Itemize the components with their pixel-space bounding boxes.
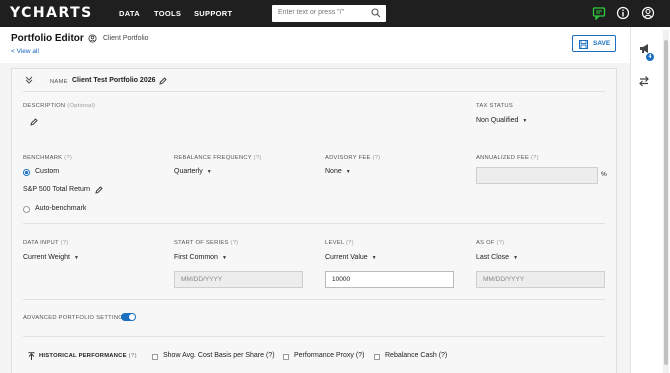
as-of-label: AS OF (?): [476, 240, 505, 246]
avg-cost-basis-label: Show Avg. Cost Basis per Share (?): [163, 352, 275, 359]
swap-arrows-icon[interactable]: [638, 75, 650, 87]
user-avatar-icon[interactable]: [641, 6, 655, 20]
search-icon[interactable]: [371, 8, 381, 18]
divider: [23, 299, 605, 300]
nav-link-data[interactable]: DATA: [119, 9, 140, 18]
divider: [23, 91, 605, 92]
start-of-series-dropdown[interactable]: First Common ▼: [174, 254, 227, 261]
benchmark-label: BENCHMARK (?): [23, 155, 73, 161]
portfolio-name: Client Test Portfolio 2026: [72, 77, 156, 84]
expand-up-arrow-icon[interactable]: [28, 352, 35, 361]
content-area: NAME Client Test Portfolio 2026 DESCRIPT…: [0, 63, 630, 373]
advisory-fee-dropdown[interactable]: None ▼: [325, 168, 351, 175]
divider: [23, 336, 605, 337]
top-nav-bar: YCHARTS DATA TOOLS SUPPORT Enter text or…: [0, 0, 670, 27]
chat-icon[interactable]: [592, 6, 606, 20]
portfolio-settings-card: NAME Client Test Portfolio 2026 DESCRIPT…: [11, 68, 617, 373]
notification-count-badge: 4: [646, 53, 654, 61]
name-label: NAME: [50, 79, 68, 85]
collapse-chevron-icon[interactable]: [25, 76, 33, 84]
benchmark-value: S&P 500 Total Return: [23, 186, 91, 193]
auto-benchmark-label: Auto-benchmark: [35, 205, 87, 212]
advanced-settings-toggle[interactable]: [121, 313, 136, 321]
view-all-link[interactable]: < View all: [11, 48, 39, 55]
tax-status-dropdown[interactable]: Non Qualified ▼: [476, 117, 527, 124]
page-title: Portfolio Editor: [11, 33, 84, 44]
edit-description-pencil-icon[interactable]: [30, 118, 38, 126]
annualized-fee-unit: %: [601, 171, 607, 178]
nav-link-tools[interactable]: TOOLS: [154, 9, 181, 18]
level-value-input[interactable]: 10000: [325, 271, 454, 288]
save-button[interactable]: SAVE: [572, 35, 616, 52]
level-label: LEVEL (?): [325, 240, 354, 246]
search-placeholder: Enter text or press "/": [278, 9, 345, 16]
divider: [23, 223, 605, 224]
auto-benchmark-radio[interactable]: [23, 206, 30, 213]
avg-cost-basis-checkbox[interactable]: [152, 354, 158, 360]
save-icon: [579, 40, 588, 49]
rebalance-cash-label: Rebalance Cash (?): [385, 352, 448, 359]
advisory-fee-label: ADVISORY FEE (?): [325, 155, 381, 161]
as-of-date-input[interactable]: MM/DD/YYYY: [476, 271, 605, 288]
chevron-down-icon: ▼: [371, 255, 377, 261]
edit-name-pencil-icon[interactable]: [159, 77, 167, 85]
advanced-settings-label: ADVANCED PORTFOLIO SETTINGS: [23, 315, 128, 321]
annualized-fee-input[interactable]: [476, 167, 598, 184]
client-portfolio-icon: [88, 34, 97, 43]
edit-benchmark-pencil-icon[interactable]: [95, 186, 103, 194]
start-date-input[interactable]: MM/DD/YYYY: [174, 271, 303, 288]
rebalance-frequency-dropdown[interactable]: Quarterly ▼: [174, 168, 212, 175]
tax-status-label: TAX STATUS: [476, 103, 513, 109]
as-of-dropdown[interactable]: Last Close ▼: [476, 254, 518, 261]
description-label: DESCRIPTION (Optional): [23, 103, 96, 109]
ycharts-logo[interactable]: YCHARTS: [10, 5, 93, 21]
annualized-fee-label: ANNUALIZED FEE (?): [476, 155, 539, 161]
rebalance-cash-checkbox[interactable]: [374, 354, 380, 360]
save-button-label: SAVE: [593, 40, 611, 47]
chevron-down-icon: ▼: [221, 255, 227, 261]
chevron-down-icon: ▼: [345, 169, 351, 175]
chevron-down-icon: ▼: [206, 169, 212, 175]
chevron-down-icon: ▼: [73, 255, 79, 261]
chevron-down-icon: ▼: [522, 118, 528, 124]
performance-proxy-label: Performance Proxy (?): [294, 352, 365, 359]
historical-performance-label[interactable]: HISTORICAL PERFORMANCE (?): [39, 353, 137, 359]
data-input-dropdown[interactable]: Current Weight ▼: [23, 254, 79, 261]
page-header: Portfolio Editor Client Portfolio < View…: [0, 27, 630, 63]
client-portfolio-label: Client Portfolio: [103, 35, 149, 42]
start-of-series-label: START OF SERIES (?): [174, 240, 239, 246]
performance-proxy-checkbox[interactable]: [283, 354, 289, 360]
benchmark-custom-label: Custom: [35, 168, 60, 175]
benchmark-custom-radio[interactable]: [23, 169, 30, 176]
data-input-label: DATA INPUT (?): [23, 240, 69, 246]
nav-link-support[interactable]: SUPPORT: [194, 9, 232, 18]
info-icon[interactable]: [616, 6, 630, 20]
chevron-down-icon: ▼: [513, 255, 519, 261]
level-type-dropdown[interactable]: Current Value ▼: [325, 254, 377, 261]
search-input[interactable]: Enter text or press "/": [272, 5, 386, 22]
page-scrollbar-thumb[interactable]: [664, 40, 668, 365]
rebalance-frequency-label: REBALANCE FREQUENCY (?): [174, 155, 262, 161]
